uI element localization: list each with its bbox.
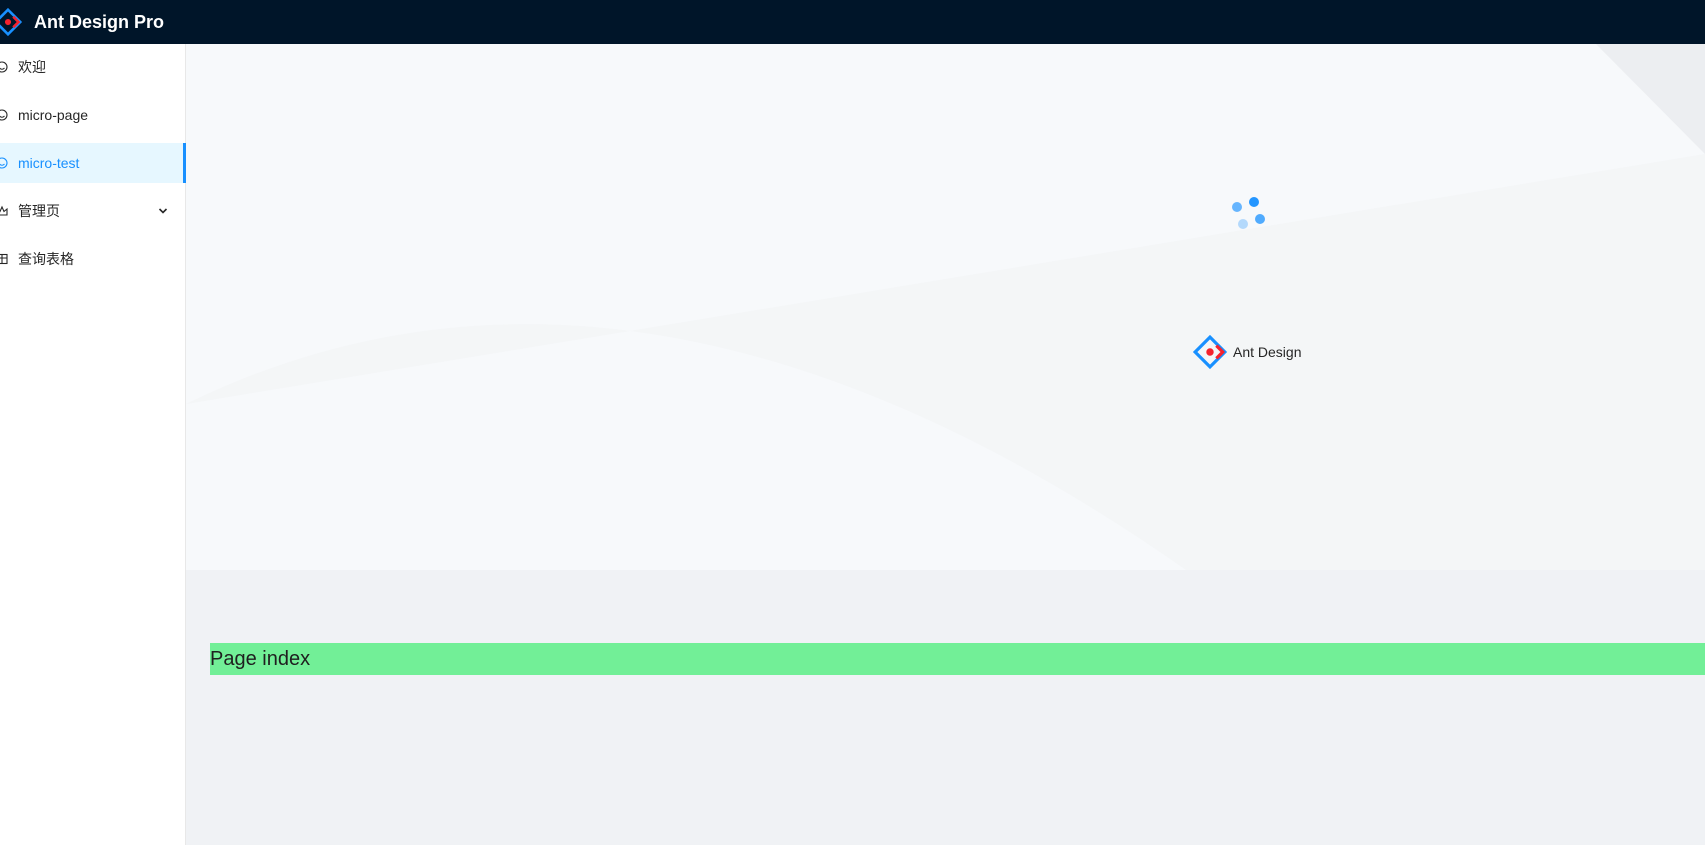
table-icon (0, 253, 8, 265)
sidebar-item-admin[interactable]: 管理页 (0, 191, 186, 231)
sidebar-item-label: 管理页 (18, 203, 60, 219)
top-header: Ant Design Pro (0, 0, 1705, 44)
micro-app-loading-panel: Ant Design (186, 44, 1705, 570)
sidebar-item-label: micro-test (18, 155, 80, 171)
ant-design-logo-icon[interactable] (0, 8, 22, 36)
background-decoration (186, 44, 1705, 570)
sidebar-item-label: micro-page (18, 107, 89, 123)
loading-brand: Ant Design (1193, 334, 1301, 370)
loading-brand-text: Ant Design (1233, 344, 1302, 360)
sidebar-item-micro-page[interactable]: micro-page (0, 95, 186, 135)
sidebar-item-label: 欢迎 (18, 59, 46, 75)
sidebar-menu: 欢迎 micro-page micro-test 管理页 查询表格 (0, 44, 186, 845)
crown-icon (0, 205, 8, 216)
sidebar-item-table-list[interactable]: 查询表格 (0, 239, 186, 279)
main-content: Ant Design Page index (186, 44, 1705, 845)
sidebar-item-micro-test[interactable]: micro-test (0, 143, 186, 183)
app-title[interactable]: Ant Design Pro (34, 10, 164, 34)
ant-design-logo-icon (1193, 335, 1227, 369)
loading-spinner-icon (1232, 197, 1268, 233)
sidebar-item-label: 查询表格 (18, 251, 74, 267)
page-index-banner: Page index (210, 643, 1705, 675)
smile-icon (0, 61, 8, 73)
smile-icon (0, 109, 8, 121)
smile-icon (0, 157, 8, 169)
sidebar-item-welcome[interactable]: 欢迎 (0, 47, 186, 87)
chevron-down-icon[interactable] (157, 205, 169, 217)
